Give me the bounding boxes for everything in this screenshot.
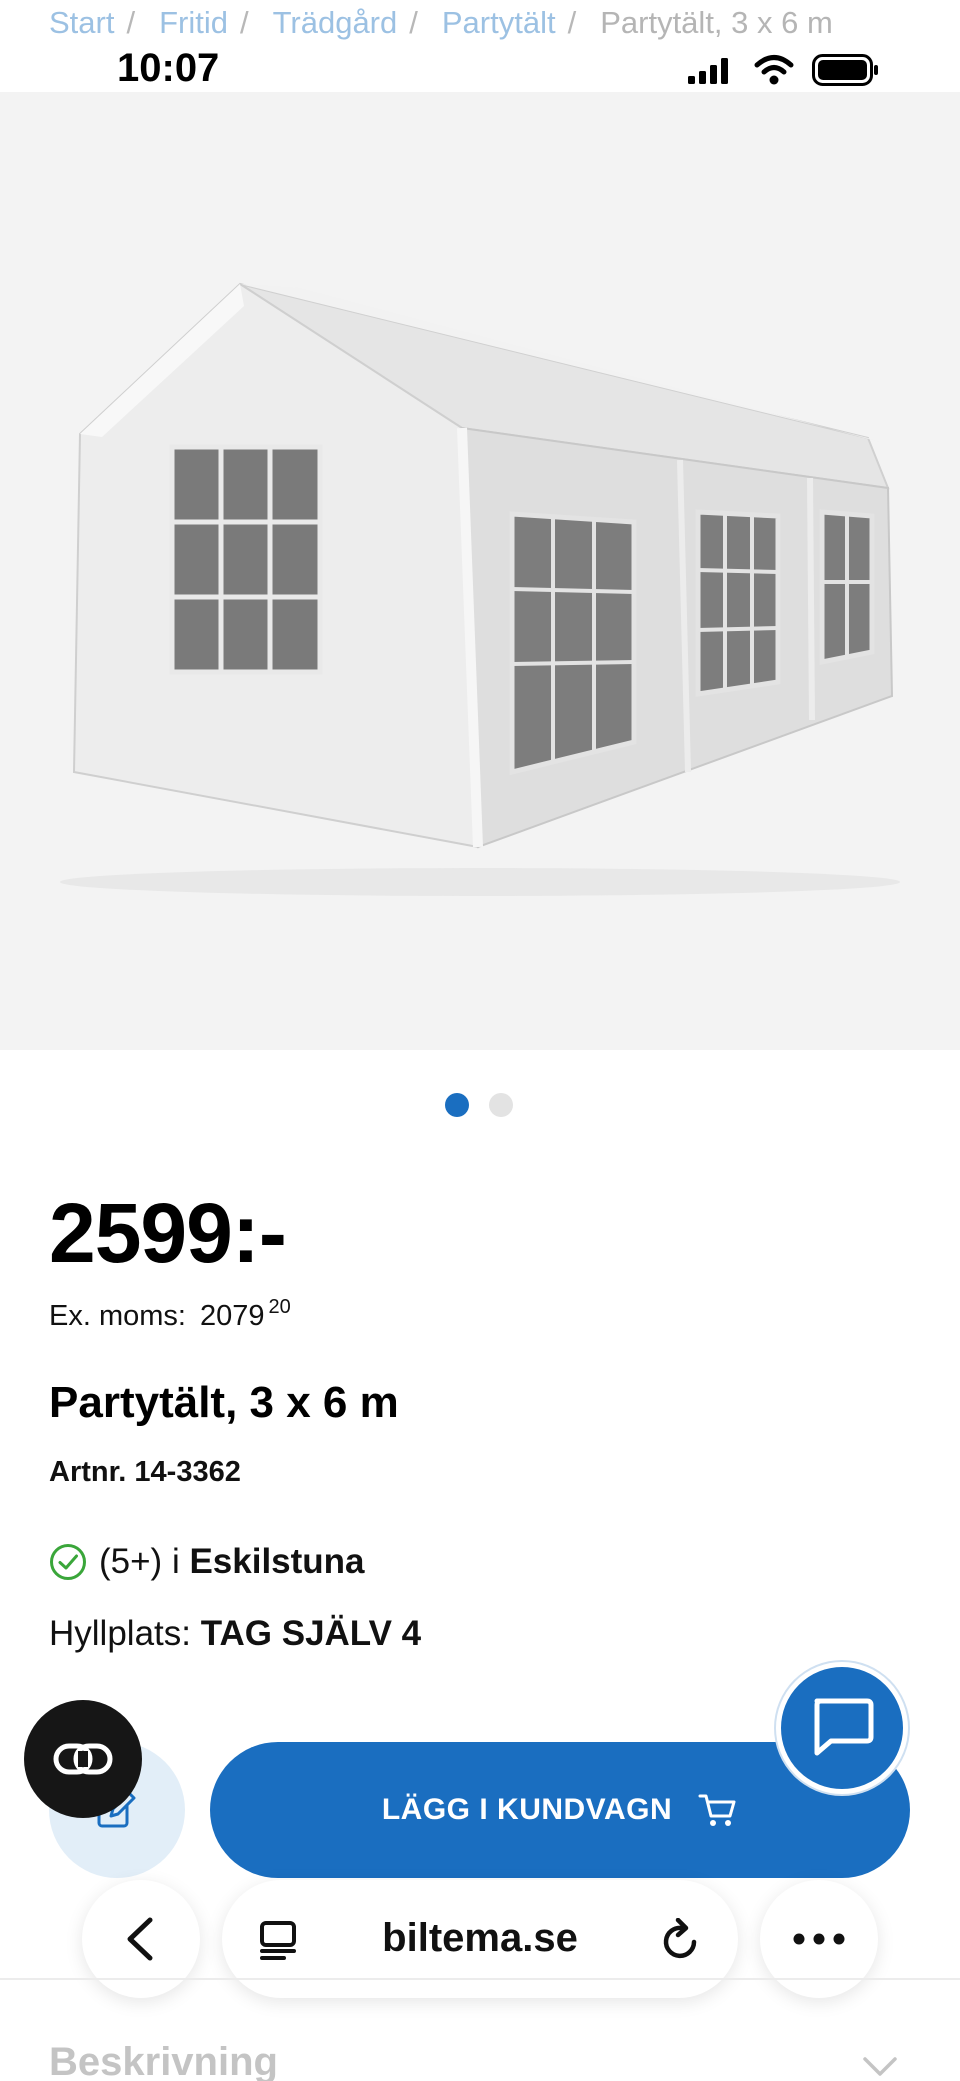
signal-icon (688, 58, 728, 84)
price-ex-vat: Ex. moms: 2079 20 (49, 1296, 291, 1333)
breadcrumb: Start / Fritid / Trädgård / Partytält / … (49, 0, 833, 46)
front-window (169, 444, 323, 675)
party-tent-image (60, 282, 900, 896)
breadcrumb-current: Partytält, 3 x 6 m (600, 5, 833, 40)
section-divider (0, 1978, 960, 1980)
stock-store: Eskilstuna (189, 1542, 365, 1581)
breadcrumb-fritid[interactable]: Fritid (159, 5, 228, 41)
gallery-dot-1[interactable] (445, 1093, 469, 1117)
breadcrumb-separator: / (126, 5, 136, 40)
product-page: Start / Fritid / Trädgård / Partytält / … (0, 0, 960, 2081)
shelf-value: TAG SJÄLV 4 (200, 1614, 422, 1653)
cart-icon (698, 1794, 736, 1826)
back-icon (127, 1917, 153, 1961)
browser-more-button[interactable] (760, 1880, 878, 1998)
address-bar[interactable]: biltema.se (222, 1880, 738, 1998)
breadcrumb-separator: / (567, 5, 577, 40)
chat-button[interactable] (776, 1662, 908, 1794)
check-circle-icon (50, 1544, 86, 1580)
gallery-dot-2[interactable] (489, 1093, 513, 1117)
article-number: Artnr. 14-3362 (49, 1456, 241, 1488)
breadcrumb-partytalt[interactable]: Partytält (442, 5, 556, 41)
ex-vat-whole: 2079 (199, 1300, 265, 1332)
link-button[interactable] (24, 1700, 142, 1818)
browser-back-button[interactable] (82, 1880, 200, 1998)
breadcrumb-start[interactable]: Start (49, 5, 114, 41)
gallery-pagination (445, 1093, 513, 1117)
ex-vat-decimals: 20 (268, 1296, 291, 1318)
wifi-icon (754, 55, 794, 85)
breadcrumb-separator: / (239, 5, 249, 40)
status-time: 10:07 (117, 46, 220, 90)
breadcrumb-separator: / (409, 5, 418, 40)
product-image[interactable] (0, 92, 960, 1050)
status-bar: 10:07 (0, 44, 960, 92)
link-icon (53, 1743, 113, 1775)
add-to-cart-label: LÄGG I KUNDVAGN (381, 1793, 673, 1826)
more-icon (793, 1933, 845, 1945)
chat-icon (814, 1698, 874, 1756)
description-heading[interactable]: Beskrivning (49, 2040, 278, 2081)
product-price: 2599:- (49, 1186, 287, 1280)
shelf-location: Hyllplats: TAG SJÄLV 4 (49, 1614, 421, 1654)
shelf-label: Hyllplats: (49, 1614, 191, 1653)
battery-icon (812, 54, 878, 86)
breadcrumb-tradgard[interactable]: Trädgård (273, 5, 398, 41)
ex-vat-label: Ex. moms: (49, 1300, 186, 1332)
product-title: Partytält, 3 x 6 m (49, 1378, 399, 1427)
stock-status[interactable]: (5+) i Eskilstuna (49, 1542, 365, 1582)
chevron-down-icon[interactable] (862, 2056, 898, 2078)
stock-count: (5+) i (99, 1542, 180, 1581)
reload-icon[interactable] (660, 1918, 702, 1962)
